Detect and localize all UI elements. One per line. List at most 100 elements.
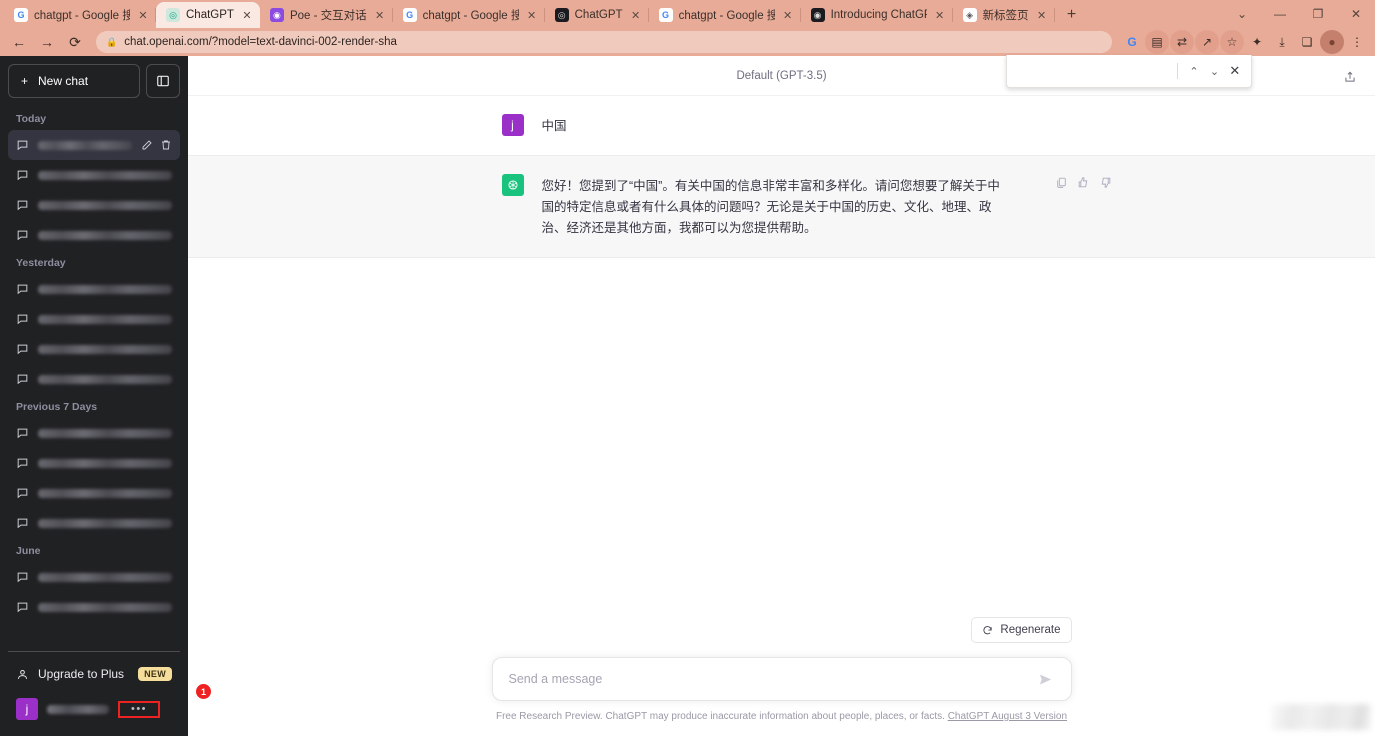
- trash-delete-icon[interactable]: [160, 139, 172, 151]
- sidebar-collapse-button[interactable]: [146, 64, 180, 98]
- google-icon: G: [658, 8, 673, 22]
- message-input[interactable]: [508, 672, 1037, 686]
- new-badge: NEW: [138, 667, 172, 681]
- share-chat-button[interactable]: [1339, 66, 1361, 88]
- conversation-title-redacted: [38, 344, 172, 354]
- bookmark-star-icon[interactable]: ☆: [1220, 30, 1244, 54]
- profile-icon[interactable]: ●: [1320, 30, 1344, 54]
- conversation-item[interactable]: [8, 478, 180, 508]
- new-chat-button[interactable]: + New chat: [8, 64, 140, 98]
- find-close-button[interactable]: ✕: [1225, 59, 1245, 83]
- conversation-title-redacted: [38, 518, 172, 528]
- address-bar[interactable]: 🔒 chat.openai.com/?model=text-davinci-00…: [96, 31, 1112, 53]
- translate-icon[interactable]: ⇄: [1170, 30, 1194, 54]
- window-tab-search-button[interactable]: ⌄: [1223, 0, 1261, 28]
- composer-area: Regenerate Free Research Preview. ChatGP…: [188, 617, 1375, 736]
- chat-bubble-icon: [17, 572, 28, 582]
- reload-button[interactable]: ⟳: [62, 30, 88, 54]
- disclaimer: Free Research Preview. ChatGPT may produ…: [496, 711, 1067, 722]
- tab-close-button[interactable]: ✕: [1035, 8, 1049, 22]
- find-input[interactable]: [1017, 65, 1171, 77]
- browser-tab-7[interactable]: ◈ 新标签页 ✕: [953, 2, 1055, 28]
- chat-bubble-icon: [17, 314, 28, 324]
- new-tab-button[interactable]: +: [1059, 2, 1085, 28]
- thumbs-up-icon[interactable]: [1077, 176, 1090, 189]
- conversation-item[interactable]: [8, 130, 180, 160]
- message-thread: j 中国 您好！您提到了“中国”。有关中国的信息非常丰富和多样化。请问您想要了解关于…: [188, 96, 1375, 617]
- edit-pencil-icon[interactable]: [141, 139, 153, 151]
- find-in-page-bar[interactable]: ⌃ ⌄ ✕: [1006, 55, 1252, 88]
- share-icon[interactable]: ↗: [1195, 30, 1219, 54]
- window-minimize-button[interactable]: —: [1261, 0, 1299, 28]
- forward-button[interactable]: →: [34, 30, 60, 54]
- find-previous-button[interactable]: ⌃: [1184, 59, 1204, 83]
- conversation-title-redacted: [38, 428, 172, 438]
- browser-tab-3[interactable]: Gchatgpt - Google 搜索 ✕: [393, 2, 545, 28]
- user-options-button[interactable]: •••: [118, 700, 160, 718]
- poe-icon: ◉: [269, 8, 284, 22]
- browser-tab-4[interactable]: ◎ ChatGPT ✕: [545, 2, 649, 28]
- chat-bubble-icon: [17, 344, 28, 354]
- conversation-item[interactable]: [8, 220, 180, 250]
- tab-close-button[interactable]: ✕: [781, 8, 795, 22]
- conversation-item[interactable]: [8, 448, 180, 478]
- browser-tab-2[interactable]: ◉ Poe - 交互对话 ✕: [260, 2, 393, 28]
- page-viewport: + New chat Today Yesterday Previous 7 Days…: [0, 56, 1375, 736]
- conversation-list[interactable]: Today Yesterday Previous 7 Days June: [8, 106, 180, 651]
- plus-icon: +: [21, 74, 29, 88]
- copy-icon[interactable]: [1055, 176, 1068, 189]
- chat-bubble-icon: [17, 374, 28, 384]
- tab-close-button[interactable]: ✕: [136, 8, 150, 22]
- tab-close-button[interactable]: ✕: [240, 8, 254, 22]
- browser-tab-1[interactable]: ◎ ChatGPT ✕: [156, 2, 260, 28]
- conversation-item[interactable]: [8, 508, 180, 538]
- chrome-menu-icon[interactable]: ⋮: [1345, 30, 1369, 54]
- side-panel-icon[interactable]: ❏: [1295, 30, 1319, 54]
- sidebar-footer: Upgrade to Plus NEW j •••: [8, 651, 180, 728]
- regenerate-label: Regenerate: [1000, 624, 1061, 636]
- chat-bubble-icon: [17, 230, 28, 240]
- downloads-icon[interactable]: ⤓: [1270, 30, 1294, 54]
- thumbs-down-icon[interactable]: [1099, 176, 1112, 189]
- tab-title: 新标签页: [982, 10, 1029, 22]
- message-composer[interactable]: [491, 657, 1072, 701]
- conversation-item[interactable]: [8, 160, 180, 190]
- google-lens-icon[interactable]: G: [1120, 30, 1144, 54]
- conversation-item[interactable]: [8, 304, 180, 334]
- chat-bubble-icon: [17, 518, 28, 528]
- tab-title: chatgpt - Google 搜索: [422, 10, 519, 22]
- conversation-item[interactable]: [8, 190, 180, 220]
- regenerate-button[interactable]: Regenerate: [971, 617, 1072, 643]
- conversation-title-redacted: [38, 230, 172, 240]
- find-next-button[interactable]: ⌄: [1204, 59, 1224, 83]
- tab-close-button[interactable]: ✕: [373, 8, 387, 22]
- upgrade-to-plus-button[interactable]: Upgrade to Plus NEW: [8, 658, 180, 690]
- tab-close-button[interactable]: ✕: [629, 8, 643, 22]
- extensions-puzzle-icon[interactable]: ✦: [1245, 30, 1269, 54]
- tab-title: chatgpt - Google 搜索: [34, 10, 130, 22]
- browser-tab-5[interactable]: Gchatgpt - Google 搜索 ✕: [649, 2, 801, 28]
- window-maximize-button[interactable]: ❐: [1299, 0, 1337, 28]
- conversation-item[interactable]: [8, 334, 180, 364]
- reading-list-icon[interactable]: ▤: [1145, 30, 1169, 54]
- tab-title: Poe - 交互对话: [289, 10, 367, 22]
- conversation-group-label: Yesterday: [16, 257, 66, 269]
- model-label: Default (GPT-3.5): [736, 69, 827, 82]
- browser-tab-0[interactable]: Gchatgpt - Google 搜索 ✕: [4, 2, 156, 28]
- browser-tab-6[interactable]: ◉ Introducing ChatGPT ✕: [801, 2, 953, 28]
- back-button[interactable]: ←: [6, 30, 32, 54]
- window-close-button[interactable]: ✕: [1337, 0, 1375, 28]
- message-action-buttons: [1055, 176, 1112, 189]
- tab-close-button[interactable]: ✕: [933, 8, 947, 22]
- conversation-item[interactable]: [8, 418, 180, 448]
- message-inner: 您好！您提到了“中国”。有关中国的信息非常丰富和多样化。请问您想要了解关于中国的…: [492, 174, 1110, 239]
- user-account-row[interactable]: j •••: [8, 690, 180, 728]
- conversation-item[interactable]: [8, 364, 180, 394]
- chat-bubble-icon: [17, 602, 28, 612]
- conversation-item[interactable]: [8, 592, 180, 622]
- conversation-item[interactable]: [8, 562, 180, 592]
- conversation-item[interactable]: [8, 274, 180, 304]
- version-link[interactable]: ChatGPT August 3 Version: [948, 711, 1067, 722]
- tab-close-button[interactable]: ✕: [525, 8, 539, 22]
- send-button[interactable]: [1037, 670, 1055, 688]
